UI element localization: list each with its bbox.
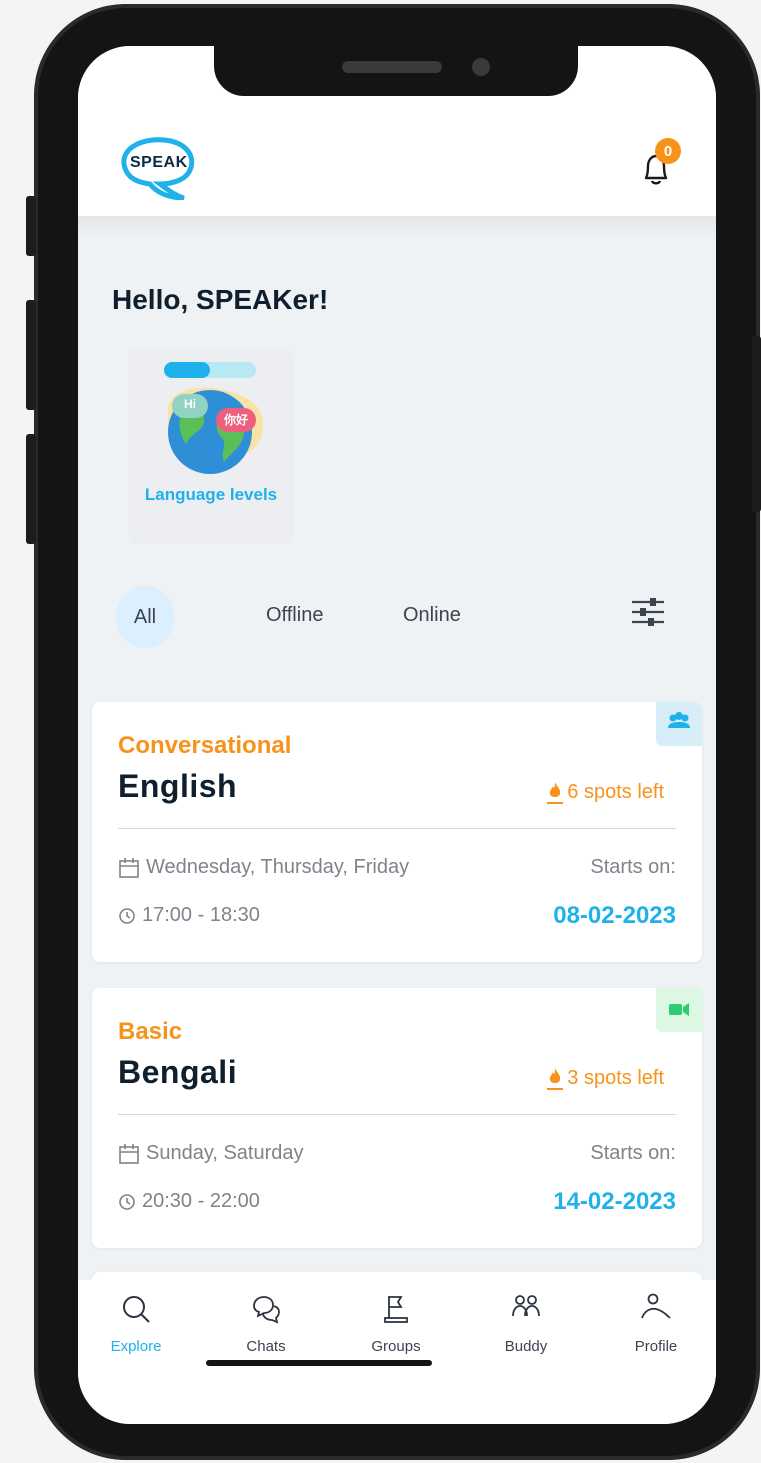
tab-label: Profile [634, 1338, 678, 1355]
filter-tab-all[interactable]: All [116, 586, 174, 648]
starts-on-label: Starts on: [590, 1142, 676, 1164]
calendar-icon [119, 857, 139, 878]
course-card[interactable]: Basic Bengali 3 spots left Sunday, Satur… [92, 988, 702, 1248]
language-levels-card[interactable]: Hi 你好 Language levels [128, 348, 294, 544]
notification-count-badge: 0 [655, 138, 681, 164]
greeting-title: Hello, SPEAKer! [112, 284, 329, 315]
clock-icon [119, 1193, 135, 1210]
course-days: Wednesday, Thursday, Friday [118, 856, 409, 879]
logo-text: SPEAK [130, 154, 188, 171]
tab-profile[interactable]: Profile [606, 1292, 706, 1355]
spots-left: 6 spots left [547, 780, 664, 804]
card-divider [118, 828, 676, 829]
globe-illustration-icon [164, 362, 264, 474]
course-level: Basic [118, 1018, 183, 1045]
course-time: 20:30 - 22:00 [118, 1190, 260, 1213]
mute-switch [26, 196, 36, 256]
course-days-text: Sunday, Saturday [146, 1142, 304, 1164]
course-days-text: Wednesday, Thursday, Friday [146, 856, 410, 878]
profile-icon [641, 1293, 671, 1319]
course-language: Bengali [118, 1054, 238, 1090]
earpiece-speaker [342, 61, 442, 73]
group-class-tag [656, 702, 702, 746]
groups-icon [384, 1296, 408, 1323]
home-indicator[interactable] [206, 1360, 432, 1366]
filter-tab-online[interactable]: Online [403, 604, 461, 627]
video-icon [669, 1003, 689, 1016]
course-card[interactable]: Conversational English 6 spots left Wedn… [92, 702, 702, 962]
online-class-tag [656, 988, 702, 1032]
start-date: 14-02-2023 [553, 1188, 676, 1215]
clock-icon [119, 907, 135, 924]
tab-label: Explore [110, 1338, 162, 1355]
tab-groups[interactable]: Groups [346, 1292, 446, 1355]
course-time: 17:00 - 18:30 [118, 904, 260, 927]
filter-sliders-icon[interactable] [628, 594, 668, 630]
group-icon [668, 712, 690, 728]
tab-buddy[interactable]: Buddy [476, 1292, 576, 1355]
language-levels-label: Language levels [144, 485, 278, 504]
nihao-bubble-text: 你好 [223, 413, 248, 427]
calendar-icon [119, 1143, 139, 1164]
flame-icon [547, 1068, 564, 1090]
spots-left-text: 6 spots left [567, 780, 664, 803]
tab-chats[interactable]: Chats [216, 1292, 316, 1355]
course-days: Sunday, Saturday [118, 1142, 304, 1165]
starts-on-label: Starts on: [590, 856, 676, 878]
course-time-text: 17:00 - 18:30 [142, 904, 260, 926]
speak-logo[interactable]: SPEAK [116, 132, 198, 201]
header-divider [78, 216, 716, 240]
chat-icon [253, 1296, 280, 1324]
front-camera [472, 58, 490, 76]
tab-explore[interactable]: Explore [86, 1292, 186, 1355]
spots-left: 3 spots left [547, 1066, 664, 1090]
bottom-tab-bar: Explore Chats Groups Buddy Profile [78, 1280, 716, 1424]
volume-up-button [26, 300, 36, 410]
flame-icon [547, 782, 564, 804]
filter-tab-offline[interactable]: Offline [266, 604, 323, 627]
app-screen: SPEAK 0 Hello, SPEAKer! Hi 你好 Language l… [78, 46, 716, 1424]
course-time-text: 20:30 - 22:00 [142, 1190, 260, 1212]
tab-label: Chats [246, 1338, 286, 1355]
tab-label: Groups [371, 1338, 421, 1355]
phone-notch [214, 46, 578, 96]
course-language: English [118, 768, 238, 804]
volume-down-button [26, 434, 36, 544]
spots-left-text: 3 spots left [567, 1066, 664, 1089]
power-button [752, 336, 761, 512]
hi-bubble-text: Hi [184, 397, 196, 411]
search-icon [123, 1296, 150, 1323]
tab-label: Buddy [504, 1338, 548, 1355]
start-date: 08-02-2023 [553, 902, 676, 929]
course-level: Conversational [118, 732, 292, 759]
card-divider [118, 1114, 676, 1115]
buddy-icon [512, 1295, 540, 1317]
